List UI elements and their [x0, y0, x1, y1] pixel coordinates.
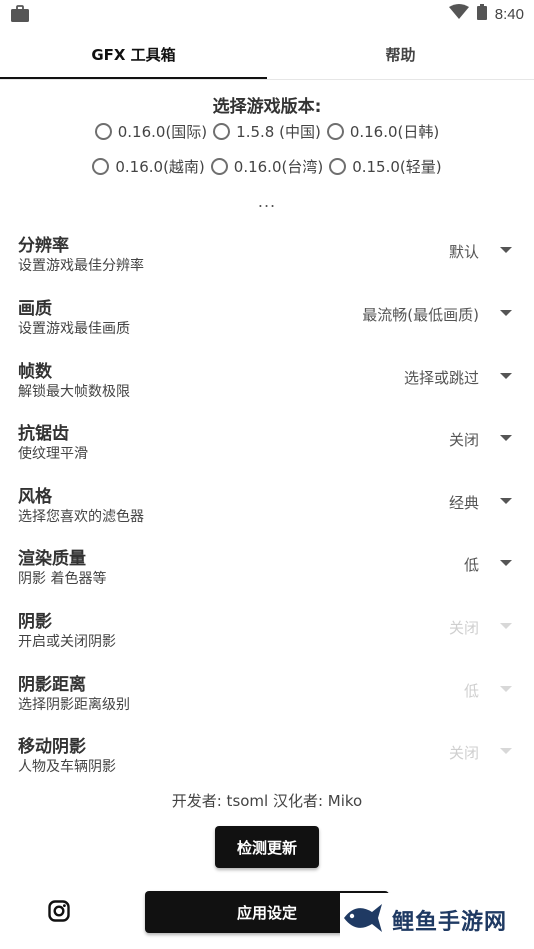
setting-title: 风格 — [18, 487, 52, 507]
briefcase-icon — [10, 5, 30, 27]
setting-desc: 设置游戏最佳分辨率 — [18, 258, 144, 274]
version-radio-row-2: 0.16.0(越南) 0.16.0(台湾) 0.15.0(轻量) — [0, 156, 534, 177]
radio-unchecked-icon[interactable] — [329, 158, 347, 175]
setting-shadow-distance: 阴影距离 选择阴影距离级别 低 — [0, 670, 534, 726]
setting-title: 画质 — [18, 299, 52, 319]
status-time: 8:40 — [494, 5, 524, 23]
shadow-dropdown: 关闭 — [448, 619, 479, 637]
radio-label: 0.16.0(国际) — [117, 123, 208, 141]
version-radio-0-15-0-lite[interactable]: 0.15.0(轻量) — [329, 156, 442, 177]
version-radio-1-5-8-china[interactable]: 1.5.8 (中国) — [213, 121, 321, 142]
setting-shadow: 阴影 开启或关闭阴影 关闭 — [0, 607, 534, 663]
radio-unchecked-icon[interactable] — [94, 123, 112, 140]
battery-icon — [476, 4, 487, 24]
setting-desc: 选择阴影距离级别 — [18, 697, 130, 713]
render-quality-dropdown[interactable]: 低 — [464, 554, 479, 575]
watermark-text: 鲤鱼手游网 — [392, 910, 508, 935]
fps-dropdown[interactable]: 选择或跳过 — [404, 367, 479, 388]
dropdown-arrow-icon[interactable] — [500, 310, 512, 316]
more-options-button[interactable]: ... — [0, 192, 534, 211]
version-radio-0-16-0-taiwan[interactable]: 0.16.0(台湾) — [210, 156, 324, 177]
dropdown-arrow-icon[interactable] — [500, 498, 512, 504]
setting-title: 阴影距离 — [18, 675, 86, 695]
setting-title: 移动阴影 — [18, 737, 86, 757]
radio-label: 1.5.8 (中国) — [236, 123, 321, 141]
setting-moving-shadow: 移动阴影 人物及车辆阴影 关闭 — [0, 732, 534, 788]
graphics-dropdown[interactable]: 最流畅(最低画质) — [362, 304, 479, 325]
moving-shadow-dropdown: 关闭 — [448, 744, 479, 762]
radio-unchecked-icon[interactable] — [326, 123, 344, 140]
version-radio-0-16-0-global[interactable]: 0.16.0(国际) — [94, 121, 208, 142]
setting-style[interactable]: 风格 选择您喜欢的滤色器 经典 — [0, 482, 534, 538]
setting-desc: 阴影 着色器等 — [18, 571, 107, 587]
setting-resolution[interactable]: 分辨率 设置游戏最佳分辨率 默认 — [0, 231, 534, 287]
dropdown-arrow-icon — [500, 748, 512, 754]
tab-help[interactable]: 帮助 — [267, 28, 534, 80]
dropdown-arrow-icon[interactable] — [500, 435, 512, 441]
radio-unchecked-icon[interactable] — [210, 158, 228, 175]
version-title: 选择游戏版本: — [212, 97, 322, 117]
setting-desc: 设置游戏最佳画质 — [18, 321, 130, 337]
setting-desc: 开启或关闭阴影 — [18, 634, 116, 650]
tab-gfx-toolbox[interactable]: GFX 工具箱 — [0, 28, 267, 80]
setting-title: 渲染质量 — [18, 549, 86, 569]
version-radio-row-1: 0.16.0(国际) 1.5.8 (中国) 0.16.0(日韩) — [0, 121, 534, 142]
setting-antialiasing[interactable]: 抗锯齿 使纹理平滑 关闭 — [0, 419, 534, 475]
instagram-icon[interactable] — [48, 900, 70, 926]
radio-label: 0.15.0(轻量) — [352, 158, 442, 176]
fish-logo-icon — [340, 898, 384, 942]
credits-text: 开发者: tsoml 汉化者: Miko — [171, 792, 363, 810]
tab-bar: GFX 工具箱 帮助 — [0, 28, 534, 80]
setting-desc: 选择您喜欢的滤色器 — [18, 509, 144, 525]
setting-desc: 使纹理平滑 — [18, 446, 88, 462]
radio-unchecked-icon[interactable] — [92, 158, 110, 175]
radio-label: 0.16.0(越南) — [115, 158, 205, 176]
dropdown-arrow-icon[interactable] — [500, 373, 512, 379]
setting-desc: 解锁最大帧数极限 — [18, 384, 130, 400]
antialiasing-dropdown[interactable]: 关闭 — [449, 429, 479, 450]
version-radio-0-16-0-vietnam[interactable]: 0.16.0(越南) — [92, 156, 205, 177]
setting-title: 阴影 — [18, 612, 52, 632]
check-update-button[interactable]: 检测更新 — [215, 826, 319, 868]
dropdown-arrow-icon[interactable] — [500, 247, 512, 253]
wifi-icon — [448, 4, 469, 24]
setting-render-quality[interactable]: 渲染质量 阴影 着色器等 低 — [0, 544, 534, 600]
radio-label: 0.16.0(台湾) — [233, 158, 324, 176]
resolution-dropdown[interactable]: 默认 — [449, 241, 479, 262]
setting-graphics[interactable]: 画质 设置游戏最佳画质 最流畅(最低画质) — [0, 294, 534, 350]
setting-title: 抗锯齿 — [18, 424, 69, 444]
dropdown-arrow-icon — [500, 686, 512, 692]
watermark: 鲤鱼手游网 — [340, 893, 534, 947]
version-radio-0-16-0-jpkr[interactable]: 0.16.0(日韩) — [326, 121, 440, 142]
shadow-distance-dropdown: 低 — [463, 682, 479, 700]
setting-title: 帧数 — [18, 362, 52, 382]
setting-title: 分辨率 — [18, 236, 69, 256]
setting-fps[interactable]: 帧数 解锁最大帧数极限 选择或跳过 — [0, 357, 534, 413]
radio-unchecked-icon[interactable] — [213, 123, 231, 140]
style-dropdown[interactable]: 经典 — [449, 492, 479, 513]
radio-label: 0.16.0(日韩) — [349, 123, 440, 141]
divider — [0, 79, 534, 80]
status-bar: 8:40 — [0, 0, 534, 28]
dropdown-arrow-icon — [500, 623, 512, 629]
dropdown-arrow-icon[interactable] — [500, 560, 512, 566]
setting-desc: 人物及车辆阴影 — [18, 759, 116, 775]
